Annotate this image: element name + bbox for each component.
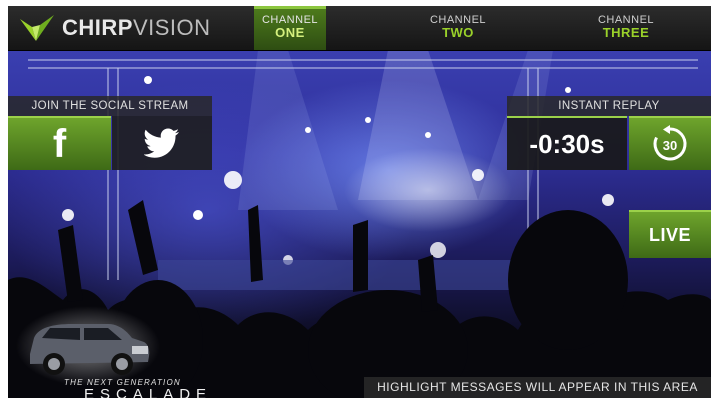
channel-number: TWO [442,25,474,40]
tab-channel-two[interactable]: CHANNEL TWO [420,6,496,50]
replay-time-display: -0:30s [507,116,627,170]
social-stream-label: JOIN THE SOCIAL STREAM [8,96,212,116]
facebook-icon: f [52,122,67,166]
rewind-30-button[interactable]: 30 [629,116,711,170]
rewind-30-icon: 30 [653,125,687,161]
channel-number: ONE [275,25,305,40]
video-player: CHIRPVISION CHANNEL ONE CHANNEL TWO CHAN… [8,6,711,398]
highlight-message-bar: HIGHLIGHT MESSAGES WILL APPEAR IN THIS A… [364,377,711,398]
brand-name-light: VISION [132,15,211,40]
twitter-button[interactable] [112,116,212,170]
ad-model-name: ESCALADE [84,386,213,398]
tab-channel-three[interactable]: CHANNEL THREE [586,6,666,50]
live-button[interactable]: LIVE [629,210,711,258]
instant-replay-label: INSTANT REPLAY [507,96,711,116]
brand-name-bold: CHIRP [62,15,133,40]
channel-number: THREE [602,25,650,40]
car-image [30,324,150,375]
chirp-logo-icon [20,15,54,41]
brand-logo: CHIRPVISION [18,13,211,43]
top-bar: CHIRPVISION CHANNEL ONE CHANNEL TWO CHAN… [8,6,711,51]
rewind-seconds-text: 30 [663,138,677,153]
facebook-button[interactable]: f [8,116,111,170]
escalade-ad[interactable]: THE NEXT GENERATION ESCALADE [8,306,238,398]
tab-channel-one[interactable]: CHANNEL ONE [254,6,326,50]
brand-wordmark: CHIRPVISION [62,13,211,43]
twitter-bird-icon [144,128,179,158]
